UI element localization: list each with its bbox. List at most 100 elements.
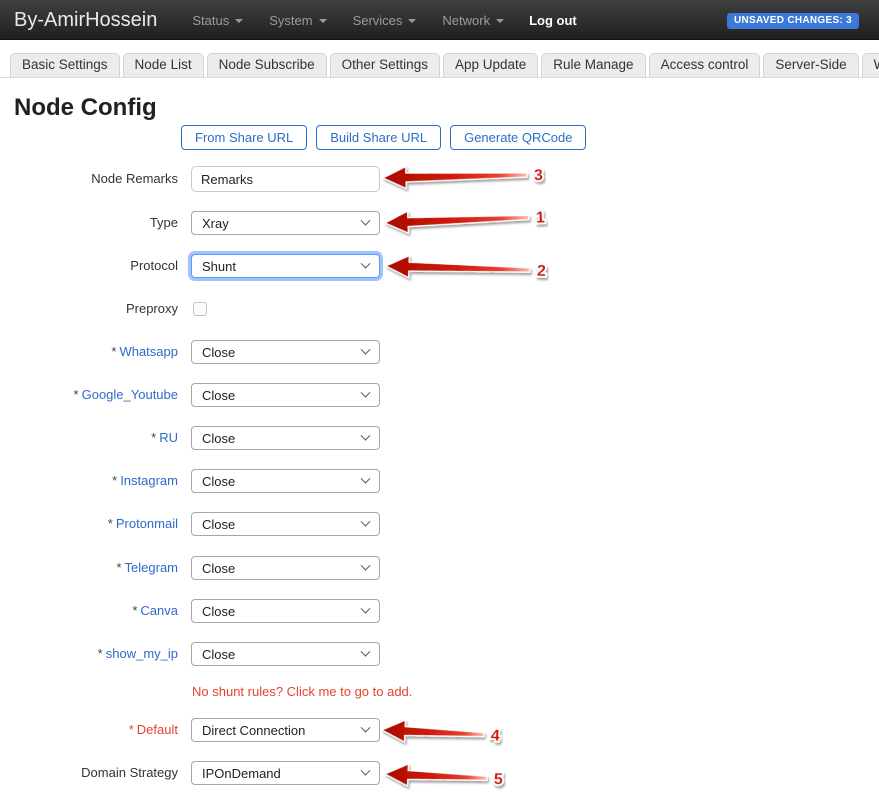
caret-down-icon [408, 19, 416, 23]
protocol-row: Protocol Shunt [0, 254, 600, 280]
preproxy-checkbox[interactable] [193, 302, 207, 316]
tab-basic-settings[interactable]: Basic Settings [10, 53, 120, 77]
selected-value: Close [202, 474, 235, 489]
chevron-down-icon [361, 516, 371, 526]
default-select[interactable]: Direct Connection [191, 718, 380, 742]
tab-server-side[interactable]: Server-Side [763, 53, 858, 77]
build-share-url-button[interactable]: Build Share URL [316, 125, 441, 150]
chevron-down-icon [361, 765, 371, 775]
menu-services-label: Services [353, 13, 403, 28]
tab-rule-manage[interactable]: Rule Manage [541, 53, 645, 77]
selected-value: Close [202, 388, 235, 403]
default-label-text: Default [137, 722, 178, 737]
tab-watch-logs[interactable]: Watch Logs [862, 53, 879, 77]
selected-value: IPOnDemand [202, 766, 281, 781]
default-row: *Default Direct Connection [0, 718, 600, 744]
node-remarks-input[interactable] [191, 166, 380, 192]
shunt-rule-link-whatsapp[interactable]: Whatsapp [119, 344, 178, 359]
chevron-down-icon [361, 603, 371, 613]
show-my-ip-label: *show_my_ip [0, 642, 178, 666]
type-label: Type [0, 211, 178, 235]
brand[interactable]: By-AmirHossein [14, 9, 157, 32]
required-marker: * [98, 646, 103, 661]
protocol-select[interactable]: Shunt [191, 254, 380, 278]
chevron-down-icon [361, 722, 371, 732]
shunt-row: *Canva Close [0, 599, 600, 625]
selected-value: Close [202, 517, 235, 532]
domain-strategy-row: Domain Strategy IPOnDemand [0, 761, 600, 787]
node-remarks-row: Node Remarks [0, 166, 600, 192]
menu-services[interactable]: Services [340, 0, 430, 40]
required-marker: * [132, 603, 137, 618]
tab-other-settings[interactable]: Other Settings [330, 53, 440, 77]
shunt-rule-link-show-my-ip[interactable]: show_my_ip [106, 646, 178, 661]
telegram-select[interactable]: Close [191, 556, 380, 580]
shunt-rule-link-instagram[interactable]: Instagram [120, 473, 178, 488]
selected-value: Close [202, 561, 235, 576]
unsaved-changes-badge: UNSAVED CHANGES: 3 [727, 13, 859, 29]
from-share-url-button[interactable]: From Share URL [181, 125, 307, 150]
google-youtube-select[interactable]: Close [191, 383, 380, 407]
selected-value: Close [202, 345, 235, 360]
domain-strategy-label: Domain Strategy [0, 761, 178, 785]
canva-label: *Canva [0, 599, 178, 623]
menu-status-label: Status [192, 13, 229, 28]
required-marker: * [112, 473, 117, 488]
chevron-down-icon [361, 344, 371, 354]
default-label: *Default [0, 718, 178, 742]
selected-value: Close [202, 604, 235, 619]
selected-value: Shunt [202, 259, 236, 274]
type-row: Type Xray [0, 211, 600, 237]
show-my-ip-select[interactable]: Close [191, 642, 380, 666]
canva-select[interactable]: Close [191, 599, 380, 623]
shunt-rule-link-canva[interactable]: Canva [140, 603, 178, 618]
ru-select[interactable]: Close [191, 426, 380, 450]
menu-system[interactable]: System [256, 0, 339, 40]
page-title: Node Config [14, 94, 157, 122]
preproxy-row: Preproxy [0, 297, 600, 323]
navbar: By-AmirHossein Status System Services Ne… [0, 0, 879, 40]
shunt-row: *Whatsapp Close [0, 340, 600, 366]
shunt-rule-link-telegram[interactable]: Telegram [125, 560, 178, 575]
shunt-rule-link-protonmail[interactable]: Protonmail [116, 516, 178, 531]
chevron-down-icon [361, 387, 371, 397]
type-select[interactable]: Xray [191, 211, 380, 235]
protocol-label: Protocol [0, 254, 178, 278]
tab-app-update[interactable]: App Update [443, 53, 538, 77]
shunt-rule-link-ru[interactable]: RU [159, 430, 178, 445]
generate-qrcode-button[interactable]: Generate QRCode [450, 125, 586, 150]
required-marker: * [108, 516, 113, 531]
required-marker: * [116, 560, 121, 575]
menu-status[interactable]: Status [179, 0, 256, 40]
node-remarks-label: Node Remarks [0, 166, 178, 192]
required-marker: * [111, 344, 116, 359]
protonmail-select[interactable]: Close [191, 512, 380, 536]
preproxy-label: Preproxy [0, 297, 178, 321]
chevron-down-icon [361, 473, 371, 483]
caret-down-icon [496, 19, 504, 23]
instagram-label: *Instagram [0, 469, 178, 493]
shunt-rule-link-google-youtube[interactable]: Google_Youtube [82, 387, 178, 402]
no-shunt-rules-link[interactable]: No shunt rules? Click me to go to add. [192, 684, 412, 699]
menu-network-label: Network [442, 13, 490, 28]
domain-strategy-select[interactable]: IPOnDemand [191, 761, 380, 785]
selected-value: Direct Connection [202, 723, 305, 738]
caret-down-icon [235, 19, 243, 23]
shunt-row: *RU Close [0, 426, 600, 452]
ru-label: *RU [0, 426, 178, 450]
selected-value: Xray [202, 216, 229, 231]
shunt-row: * Telegram Close [0, 556, 600, 582]
whatsapp-select[interactable]: Close [191, 340, 380, 364]
tab-access-control[interactable]: Access control [649, 53, 761, 77]
tab-node-subscribe[interactable]: Node Subscribe [207, 53, 327, 77]
logout-link[interactable]: Log out [517, 0, 589, 40]
whatsapp-label: *Whatsapp [0, 340, 178, 364]
menu-network[interactable]: Network [429, 0, 517, 40]
shunt-row: *Google_Youtube Close [0, 383, 600, 409]
required-marker: * [74, 387, 79, 402]
tab-node-list[interactable]: Node List [123, 53, 204, 77]
telegram-label: * Telegram [0, 556, 178, 580]
menu-system-label: System [269, 13, 312, 28]
instagram-select[interactable]: Close [191, 469, 380, 493]
shunt-row: *Instagram Close [0, 469, 600, 495]
